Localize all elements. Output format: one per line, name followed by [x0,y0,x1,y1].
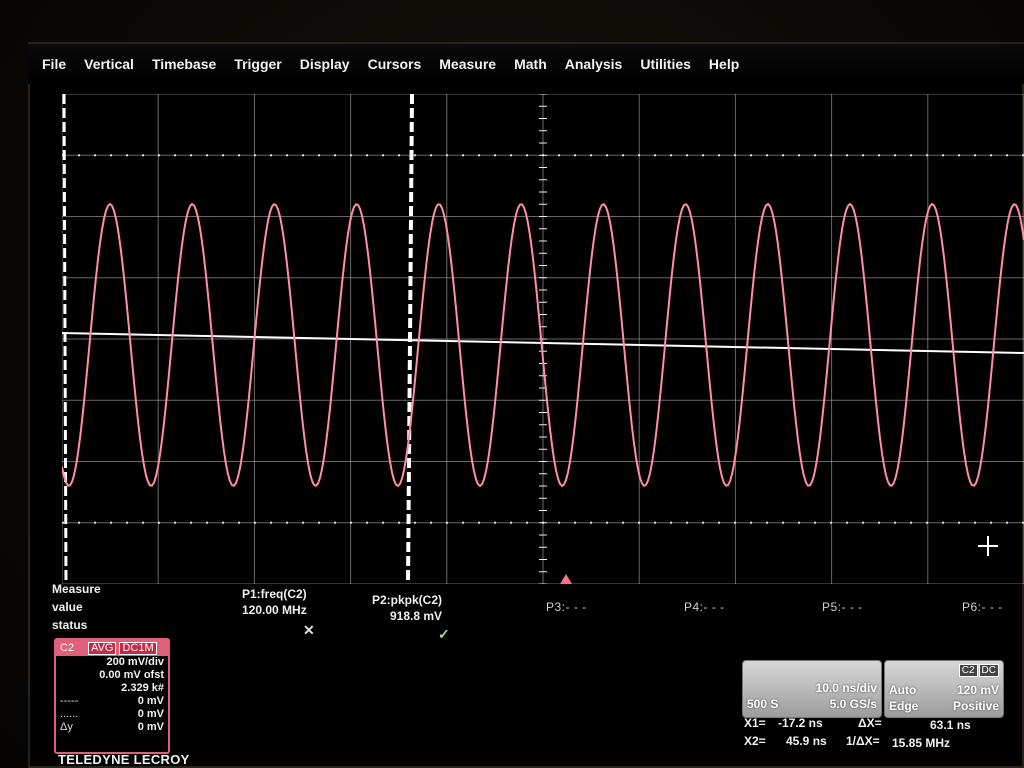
cursor-x2[interactable] [406,94,414,584]
dx-value: 63.1 ns [930,718,971,732]
trigger-type: Edge [889,699,919,713]
cursor2-value: 0 mV [137,708,164,720]
menu-utilities[interactable]: Utilities [640,56,691,72]
param-p5[interactable]: P5:- - - [822,600,863,614]
trigger-descriptor[interactable]: C2 DC Auto 120 mV Edge Positive [884,660,1004,718]
timebase-rate: 5.0 GS/s [829,697,877,711]
param-p1[interactable]: P1:freq(C2) 120.00 MHz [242,586,307,618]
trigger-level: 120 mV [956,683,999,697]
cursor1-value: 0 mV [137,695,164,707]
sweeps-row: 2.329 k# [56,682,168,695]
x1-value: -17.2 ns [778,716,823,730]
channel-tag: C2 [60,642,75,654]
vdiv-value: 200 mV/div [106,656,164,668]
param-p2-value: 918.8 mV [389,609,443,623]
trigger-mode: Auto [889,683,917,697]
param-p1-status-icon: ✕ [303,622,315,638]
coupling-badge: DC1M [119,641,157,655]
menu-measure[interactable]: Measure [439,56,496,72]
timebase-descriptor[interactable]: 10.0 ns/div 500 S 5.0 GS/s [742,660,882,718]
menu-timebase[interactable]: Timebase [152,56,216,72]
measure-labels: Measure value status [52,580,101,634]
delta-y-row: Δy 0 mV [56,721,168,734]
dx-label: ΔX= [858,716,882,730]
cursor1-row: ----- 0 mV [56,695,168,708]
menu-analysis[interactable]: Analysis [565,56,623,72]
channel-descriptor-header: C2 AVG DC1M [56,640,168,656]
timebase-div: 10.0 ns/div [815,681,877,695]
inv-dx-label: 1/ΔX= [846,734,880,748]
graticule [62,94,1024,584]
cursor-x1[interactable] [62,94,68,584]
cursor2-row: ...... 0 mV [56,708,168,721]
menu-cursors[interactable]: Cursors [368,56,422,72]
param-p2[interactable]: P2:pkpk(C2) 918.8 mV [372,592,442,624]
crosshair-icon[interactable] [978,536,998,556]
menu-file[interactable]: File [42,56,66,72]
cursor2-label: ...... [60,708,79,720]
menu-math[interactable]: Math [514,56,547,72]
brand-logo: TELEDYNE LECROY [58,752,190,767]
param-p2-name: P2:pkpk(C2) [372,593,443,607]
x1-label: X1= [744,716,766,730]
x2-value: 45.9 ns [786,734,827,748]
waveform-grid[interactable]: C2 [62,94,1024,584]
param-p1-value: 120.00 MHz [242,603,307,617]
value-label: value [52,600,83,614]
param-p4[interactable]: P4:- - - [684,600,725,614]
avg-badge: AVG [88,641,117,655]
x2-label: X2= [744,734,766,748]
trigger-source: C2 DC [958,664,999,677]
trigger-slope: Positive [952,699,999,713]
vdiv-row: 200 mV/div [56,656,168,669]
trigger-position-icon[interactable] [560,574,572,584]
param-p1-name: P1:freq(C2) [242,587,307,601]
offset-row: 0.00 mV ofst [56,669,168,682]
menu-trigger[interactable]: Trigger [234,56,281,72]
param-p6[interactable]: P6:- - - [962,600,1003,614]
delta-y-value: 0 mV [137,721,164,733]
param-p3[interactable]: P3:- - - [546,600,587,614]
offset-value: 0.00 mV ofst [99,669,164,681]
channel-descriptor[interactable]: C2 AVG DC1M 200 mV/div 0.00 mV ofst 2.32… [54,638,170,754]
status-label: status [52,618,88,632]
param-p2-status-icon: ✓ [438,626,450,642]
inv-dx-value: 15.85 MHz [892,736,951,750]
delta-y-label: Δy [60,721,73,733]
sweeps-value: 2.329 k# [121,682,164,694]
menu-display[interactable]: Display [300,56,350,72]
menu-bar: File Vertical Timebase Trigger Display C… [28,44,1024,84]
trigger-channel: C2 [958,664,978,677]
cursor1-label: ----- [60,695,79,707]
trigger-coupling: DC [978,664,999,677]
timebase-samples: 500 S [747,697,779,711]
menu-vertical[interactable]: Vertical [84,56,134,72]
measure-label: Measure [52,582,101,596]
menu-help[interactable]: Help [709,56,739,72]
